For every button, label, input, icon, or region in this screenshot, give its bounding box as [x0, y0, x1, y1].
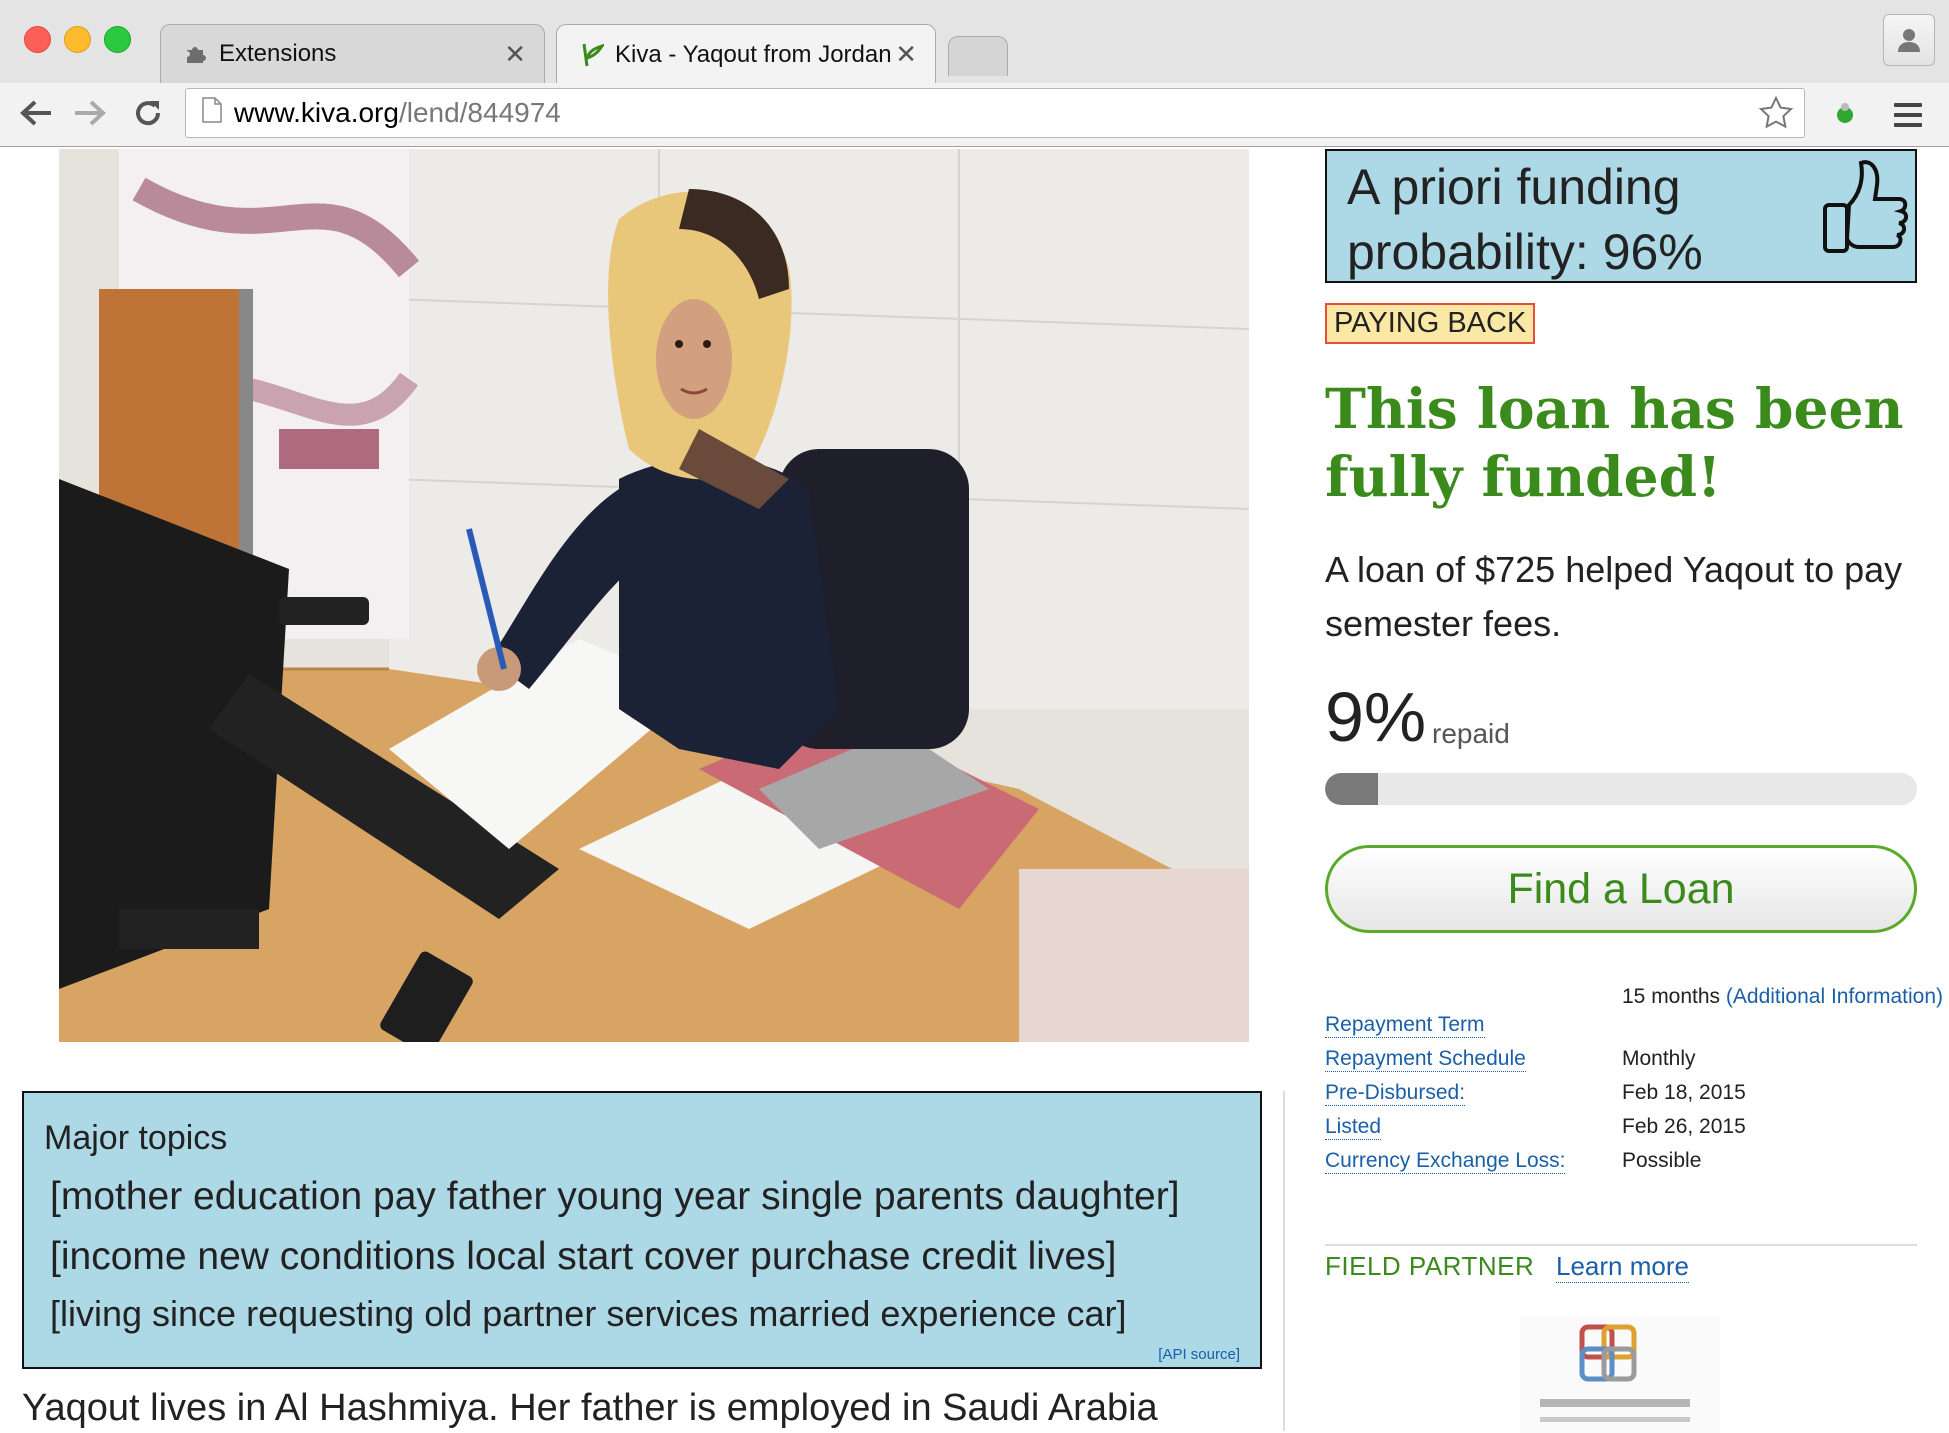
url-host: www.kiva.org — [234, 97, 399, 128]
repayment-progress-fill — [1325, 773, 1379, 805]
back-button[interactable] — [16, 93, 56, 133]
person-icon — [1898, 29, 1920, 52]
detail-label-listed[interactable]: Listed — [1325, 1115, 1382, 1140]
tab-extensions[interactable]: Extensions ✕ — [160, 24, 545, 83]
menu-icon[interactable] — [1888, 95, 1928, 135]
browser-chrome: Extensions ✕ Kiva - Yaqout from Jordan ✕ — [0, 0, 1949, 147]
reload-icon — [136, 101, 161, 126]
detail-value-currency-loss: Possible — [1622, 1149, 1702, 1172]
funded-heading: This loan has been fully funded! — [1325, 376, 1904, 509]
tab-close-icon[interactable]: ✕ — [895, 39, 917, 70]
tab-kiva[interactable]: Kiva - Yaqout from Jordan ✕ — [556, 24, 936, 84]
profile-button[interactable] — [1883, 14, 1935, 66]
detail-label-currency-loss[interactable]: Currency Exchange Loss: — [1325, 1149, 1566, 1174]
back-arrow-icon — [20, 100, 51, 126]
tab-label: Extensions — [219, 40, 337, 67]
detail-value-schedule: Monthly — [1622, 1047, 1696, 1070]
toolbar: www.kiva.org/lend/844974 — [0, 83, 1949, 147]
learn-more-link[interactable]: Learn more — [1556, 1251, 1689, 1283]
forward-button[interactable] — [70, 93, 110, 133]
tab-strip: Extensions ✕ Kiva - Yaqout from Jordan ✕ — [0, 0, 1949, 84]
forward-arrow-icon — [75, 100, 106, 126]
borrower-story: Yaqout lives in Al Hashmiya. Her father … — [22, 1387, 1158, 1429]
puzzle-icon — [183, 41, 209, 67]
new-tab-button[interactable] — [948, 36, 1008, 76]
funding-probability-box: A priori funding probability: 96% — [1325, 149, 1917, 283]
detail-label-repayment-schedule[interactable]: Repayment Schedule — [1325, 1047, 1526, 1072]
repayment-progress-bar — [1325, 773, 1917, 805]
reload-button[interactable] — [128, 93, 168, 133]
field-partner-heading: FIELD PARTNER — [1325, 1251, 1535, 1281]
partner-logo[interactable] — [1520, 1317, 1720, 1433]
loan-description: A loan of $725 helped Yaqout to pay seme… — [1325, 549, 1903, 644]
borrower-photo — [59, 149, 1249, 1042]
repaid-label: repaid — [1432, 718, 1510, 749]
detail-value-pre-disbursed: Feb 18, 2015 — [1622, 1081, 1746, 1104]
topic-line: [living since requesting old partner ser… — [50, 1293, 1127, 1334]
topic-line: [mother education pay father young year … — [50, 1175, 1180, 1218]
page-icon — [202, 96, 222, 130]
repaid-percent: 9% — [1325, 678, 1427, 756]
major-topics-box: Major topics [mother education pay fathe… — [22, 1091, 1262, 1369]
kiva-leaf-icon — [579, 42, 605, 68]
section-divider — [1325, 1244, 1917, 1246]
extension-icon[interactable] — [1832, 100, 1858, 131]
topic-line: [income new conditions local start cover… — [50, 1235, 1117, 1278]
topics-title: Major topics — [44, 1119, 228, 1157]
window-minimize-button[interactable] — [64, 26, 91, 53]
window-maximize-button[interactable] — [104, 26, 131, 53]
loan-sidebar: A priori funding probability: 96% PAYING… — [1325, 147, 1943, 1433]
detail-label-repayment-term[interactable]: Repayment Term — [1325, 1013, 1485, 1038]
additional-info-link[interactable]: (Additional Information) — [1726, 985, 1943, 1008]
detail-label-pre-disbursed[interactable]: Pre-Disbursed: — [1325, 1081, 1466, 1106]
url-path: /lend/844974 — [398, 97, 561, 128]
tab-label: Kiva - Yaqout from Jordan — [615, 40, 892, 68]
tab-close-icon[interactable]: ✕ — [504, 39, 526, 70]
thumbs-up-icon — [1819, 155, 1909, 270]
page-content: Major topics [mother education pay fathe… — [0, 147, 1949, 1433]
column-divider — [1283, 1091, 1285, 1431]
status-badge: PAYING BACK — [1325, 303, 1536, 344]
detail-value-listed: Feb 26, 2015 — [1622, 1115, 1746, 1138]
find-a-loan-button[interactable]: Find a Loan — [1325, 845, 1917, 933]
window-close-button[interactable] — [24, 26, 51, 53]
detail-value-term: 15 months (Additional Information) — [1622, 985, 1944, 1008]
funding-probability-text: A priori funding probability: 96% — [1347, 159, 1703, 280]
address-bar[interactable]: www.kiva.org/lend/844974 — [185, 88, 1805, 138]
bookmark-star-icon[interactable] — [1758, 95, 1794, 138]
api-source-link[interactable]: [API source] — [1158, 1346, 1240, 1363]
